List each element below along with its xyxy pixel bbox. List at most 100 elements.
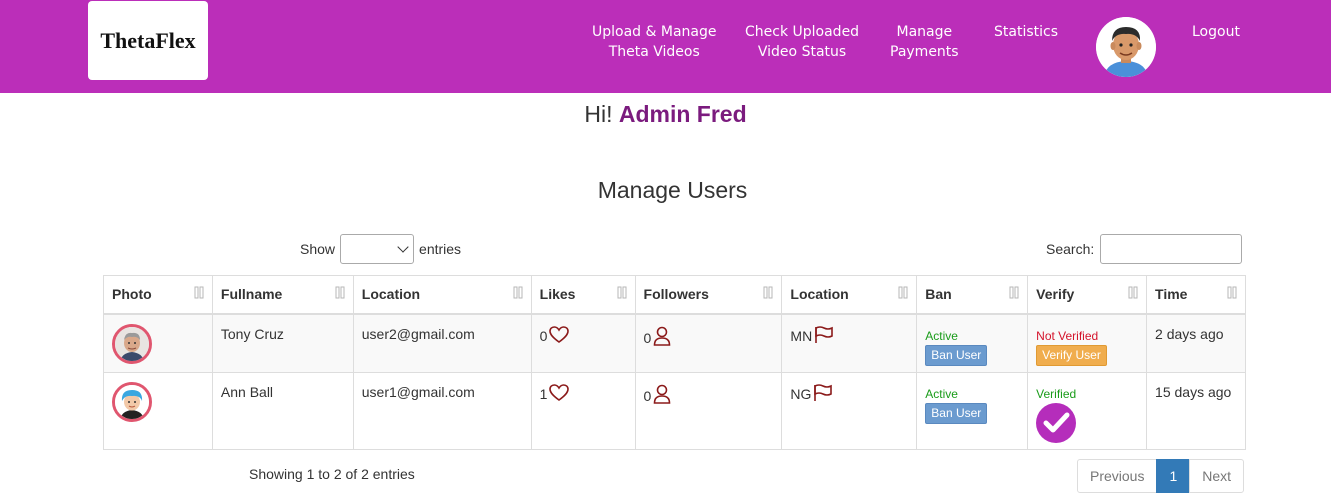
sort-icon xyxy=(194,286,204,299)
header-label: Ban xyxy=(925,286,952,302)
cell-photo xyxy=(103,372,213,450)
cell-country: NG xyxy=(781,372,918,450)
column-header-time[interactable]: Time xyxy=(1146,275,1246,315)
search-control: Search: xyxy=(1046,234,1243,264)
nav-logout[interactable]: Logout xyxy=(1192,22,1240,42)
sort-icon xyxy=(335,286,345,299)
nav-check-line2: Video Status xyxy=(757,44,847,60)
heart-icon xyxy=(549,325,570,343)
cell-verify: Not Verified Verify User xyxy=(1027,313,1148,373)
cell-ban: Active Ban User xyxy=(916,372,1029,450)
previous-page-button[interactable]: Previous xyxy=(1077,459,1158,493)
nav-check-line1: Check Uploaded xyxy=(745,24,860,40)
ban-status: Active xyxy=(925,387,958,401)
greeting: Hi! Admin Fred xyxy=(0,101,1331,128)
country-code: NG xyxy=(790,386,812,402)
header-label: Location xyxy=(361,286,421,302)
pagination: Previous 1 Next xyxy=(1077,459,1245,493)
followers-count: 0 xyxy=(643,329,652,346)
entries-length-control: Show entries xyxy=(300,234,461,264)
cell-photo xyxy=(103,313,213,373)
table-info: Showing 1 to 2 of 2 entries xyxy=(249,466,415,482)
entries-label: entries xyxy=(419,241,462,257)
page-title: Manage Users xyxy=(597,177,748,203)
verified-badge-icon xyxy=(1036,403,1077,443)
verify-status: Verified xyxy=(1036,387,1077,401)
table-row: Ann Ball user1@gmail.com 1 0 NG Active B… xyxy=(103,372,1246,450)
nav-upload-videos[interactable]: Upload & Manage Theta Videos xyxy=(592,22,716,62)
search-label: Search: xyxy=(1046,241,1095,257)
likes-count: 0 xyxy=(539,327,548,344)
user-photo[interactable] xyxy=(112,382,152,422)
sort-icon xyxy=(763,286,773,299)
search-input[interactable] xyxy=(1100,234,1243,264)
column-header-photo[interactable]: Photo xyxy=(103,275,213,315)
sort-icon xyxy=(1128,286,1138,299)
likes-count: 1 xyxy=(539,386,548,402)
sort-icon xyxy=(513,286,523,299)
cell-fullname: Tony Cruz xyxy=(211,313,354,373)
heart-icon xyxy=(549,384,570,401)
cell-time: 2 days ago xyxy=(1146,313,1246,373)
header-label: Location xyxy=(790,286,849,302)
nav-statistics[interactable]: Statistics xyxy=(994,22,1058,42)
verify-status: Not Verified xyxy=(1036,328,1099,343)
followers-count: 0 xyxy=(643,388,652,404)
cell-followers: 0 xyxy=(634,313,783,373)
cell-likes: 0 xyxy=(530,313,636,373)
nav-check-status[interactable]: Check Uploaded Video Status xyxy=(745,22,859,62)
user-icon xyxy=(654,384,671,404)
nav-statistics-label: Statistics xyxy=(994,24,1058,40)
brand-name: ThetaFlex xyxy=(100,27,196,53)
next-page-button[interactable]: Next xyxy=(1189,459,1245,493)
header-label: Fullname xyxy=(220,286,283,302)
show-label: Show xyxy=(300,241,336,257)
column-header-verify[interactable]: Verify xyxy=(1027,275,1148,315)
nav-upload-line2: Theta Videos xyxy=(608,44,700,60)
ban-status: Active xyxy=(925,328,958,343)
nav-manage-payments[interactable]: Manage Payments xyxy=(890,22,959,62)
user-photo[interactable] xyxy=(112,323,152,364)
entries-select[interactable] xyxy=(340,234,415,264)
cell-likes: 1 xyxy=(530,372,636,450)
header-label: Photo xyxy=(112,286,152,302)
user-icon xyxy=(654,326,671,346)
flag-icon xyxy=(814,384,833,401)
header-label: Likes xyxy=(539,286,576,302)
brand-logo[interactable]: ThetaFlex xyxy=(88,1,208,80)
flag-icon xyxy=(815,325,833,343)
header-label: Time xyxy=(1155,286,1188,302)
header-label: Verify xyxy=(1036,286,1075,302)
top-navbar: ThetaFlex Upload & Manage Theta Videos C… xyxy=(0,0,1331,93)
nav-payments-line2: Payments xyxy=(890,44,959,60)
sort-icon xyxy=(617,286,627,299)
column-header-email[interactable]: Location xyxy=(352,275,532,315)
column-header-followers[interactable]: Followers xyxy=(634,275,783,315)
ban-user-button[interactable]: Ban User xyxy=(925,344,988,366)
cell-email: user2@gmail.com xyxy=(352,313,532,373)
sort-icon xyxy=(1227,286,1237,299)
ban-user-button[interactable]: Ban User xyxy=(925,403,988,424)
chevron-down-icon xyxy=(397,241,409,253)
column-header-location[interactable]: Location xyxy=(781,275,918,315)
cell-email: user1@gmail.com xyxy=(352,372,532,450)
sort-icon xyxy=(898,286,908,299)
page-1-button[interactable]: 1 xyxy=(1156,459,1191,493)
header-label: Followers xyxy=(643,286,709,302)
admin-avatar[interactable] xyxy=(1096,17,1156,77)
nav-upload-line1: Upload & Manage xyxy=(592,24,717,40)
verify-user-button[interactable]: Verify User xyxy=(1036,344,1107,366)
column-header-ban[interactable]: Ban xyxy=(916,275,1029,315)
table-row: Tony Cruz user2@gmail.com 0 0 MN Active … xyxy=(103,313,1246,373)
column-header-likes[interactable]: Likes xyxy=(530,275,636,315)
sort-icon xyxy=(1009,286,1019,299)
table-header-row: Photo Fullname Location Likes Followers … xyxy=(103,275,1246,315)
cell-time: 15 days ago xyxy=(1146,372,1246,450)
nav-payments-line1: Manage xyxy=(896,24,953,40)
cell-ban: Active Ban User xyxy=(916,313,1029,373)
column-header-fullname[interactable]: Fullname xyxy=(211,275,354,315)
users-table: Photo Fullname Location Likes Followers … xyxy=(103,275,1246,450)
nav-logout-label: Logout xyxy=(1192,24,1240,40)
cell-fullname: Ann Ball xyxy=(211,372,354,450)
cell-followers: 0 xyxy=(634,372,783,450)
